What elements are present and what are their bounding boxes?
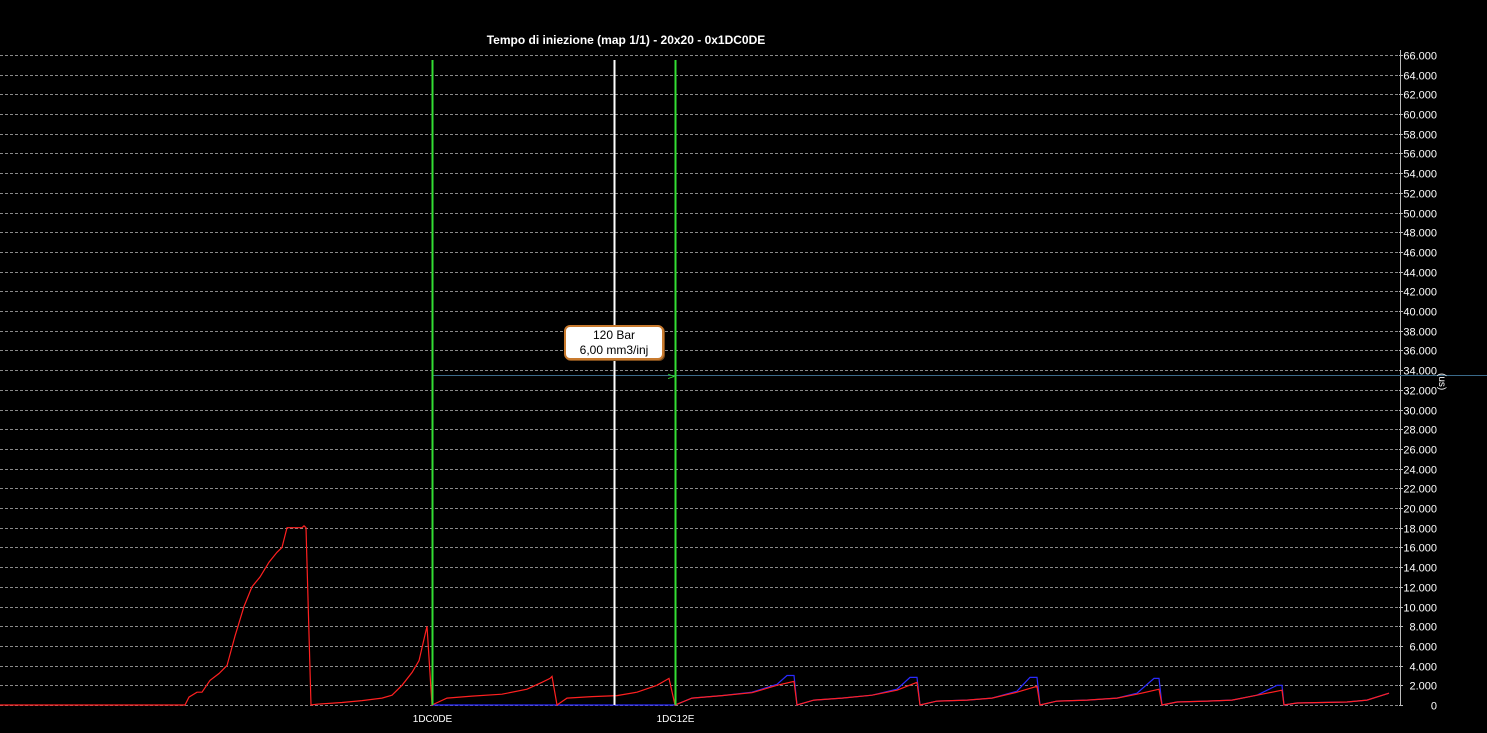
y-tick-label: 12.000 <box>1403 583 1437 595</box>
chart-title: Tempo di iniezione (map 1/1) - 20x20 - 0… <box>486 33 766 47</box>
y-tick-label: 6.000 <box>1409 642 1437 654</box>
y-tick-label: 62.000 <box>1403 90 1437 102</box>
y-tick-label: 40.000 <box>1403 307 1437 319</box>
marker-label: 1DC12E <box>657 714 695 725</box>
marker-label: 1DC0DE <box>413 714 453 725</box>
y-tick-label: 14.000 <box>1403 563 1437 575</box>
series-line <box>432 674 1390 706</box>
series-line <box>0 524 1390 707</box>
y-tick-label: 56.000 <box>1403 149 1437 161</box>
injection-time-chart[interactable]: 0 2.000 4.000 6.000 8.000 10.000 12.000 14.000 1… <box>0 0 1487 733</box>
y-axis-unit-label: (us) <box>1436 373 1447 391</box>
grid-lines <box>0 55 1400 706</box>
y-tick-label: 16.000 <box>1403 543 1437 555</box>
y-tick-label: 66.000 <box>1403 51 1437 63</box>
y-tick-label: 64.000 <box>1403 71 1437 83</box>
y-tick-label: 38.000 <box>1403 327 1437 339</box>
y-tick-label: 10.000 <box>1403 603 1437 615</box>
y-tick-label: 26.000 <box>1403 445 1437 457</box>
tooltip-quantity: 6,00 mm3/inj <box>579 343 649 357</box>
y-axis-ticks: 0 2.000 4.000 6.000 8.000 10.000 12.000 14.000 1… <box>1399 50 1437 713</box>
y-tick-label: 44.000 <box>1403 268 1437 280</box>
y-tick-label: 52.000 <box>1403 189 1437 201</box>
y-tick-label: 24.000 <box>1403 465 1437 477</box>
y-tick-label: 18.000 <box>1403 524 1437 536</box>
y-tick-label: 20.000 <box>1403 504 1437 516</box>
y-tick-label: 54.000 <box>1403 169 1437 181</box>
series-group <box>0 524 1390 707</box>
y-tick-label: 8.000 <box>1409 622 1437 634</box>
marker-lines[interactable]: 1DC0DE 1DC12E <box>413 60 695 725</box>
tooltip-pressure: 120 Bar <box>592 328 636 342</box>
y-tick-label: 50.000 <box>1403 209 1437 221</box>
cursor-arrow: > <box>667 372 675 383</box>
y-tick-label: 2.000 <box>1409 681 1437 693</box>
y-tick-label: 48.000 <box>1403 228 1437 240</box>
y-tick-label: 42.000 <box>1403 287 1437 299</box>
y-tick-label: 32.000 <box>1403 386 1437 398</box>
y-tick-label: 36.000 <box>1403 346 1437 358</box>
y-tick-label: 30.000 <box>1403 406 1437 418</box>
y-tick-label: 46.000 <box>1403 248 1437 260</box>
cursor-tooltip: 120 Bar 6,00 mm3/inj <box>564 325 664 360</box>
y-tick-label: 22.000 <box>1403 484 1437 496</box>
cursor-group: > <box>432 372 1487 383</box>
y-tick-label: 60.000 <box>1403 110 1437 122</box>
y-tick-label: 28.000 <box>1403 425 1437 437</box>
y-tick-label: 4.000 <box>1409 662 1437 674</box>
y-tick-label: 58.000 <box>1403 130 1437 142</box>
y-tick-label: 0 <box>1431 701 1437 713</box>
